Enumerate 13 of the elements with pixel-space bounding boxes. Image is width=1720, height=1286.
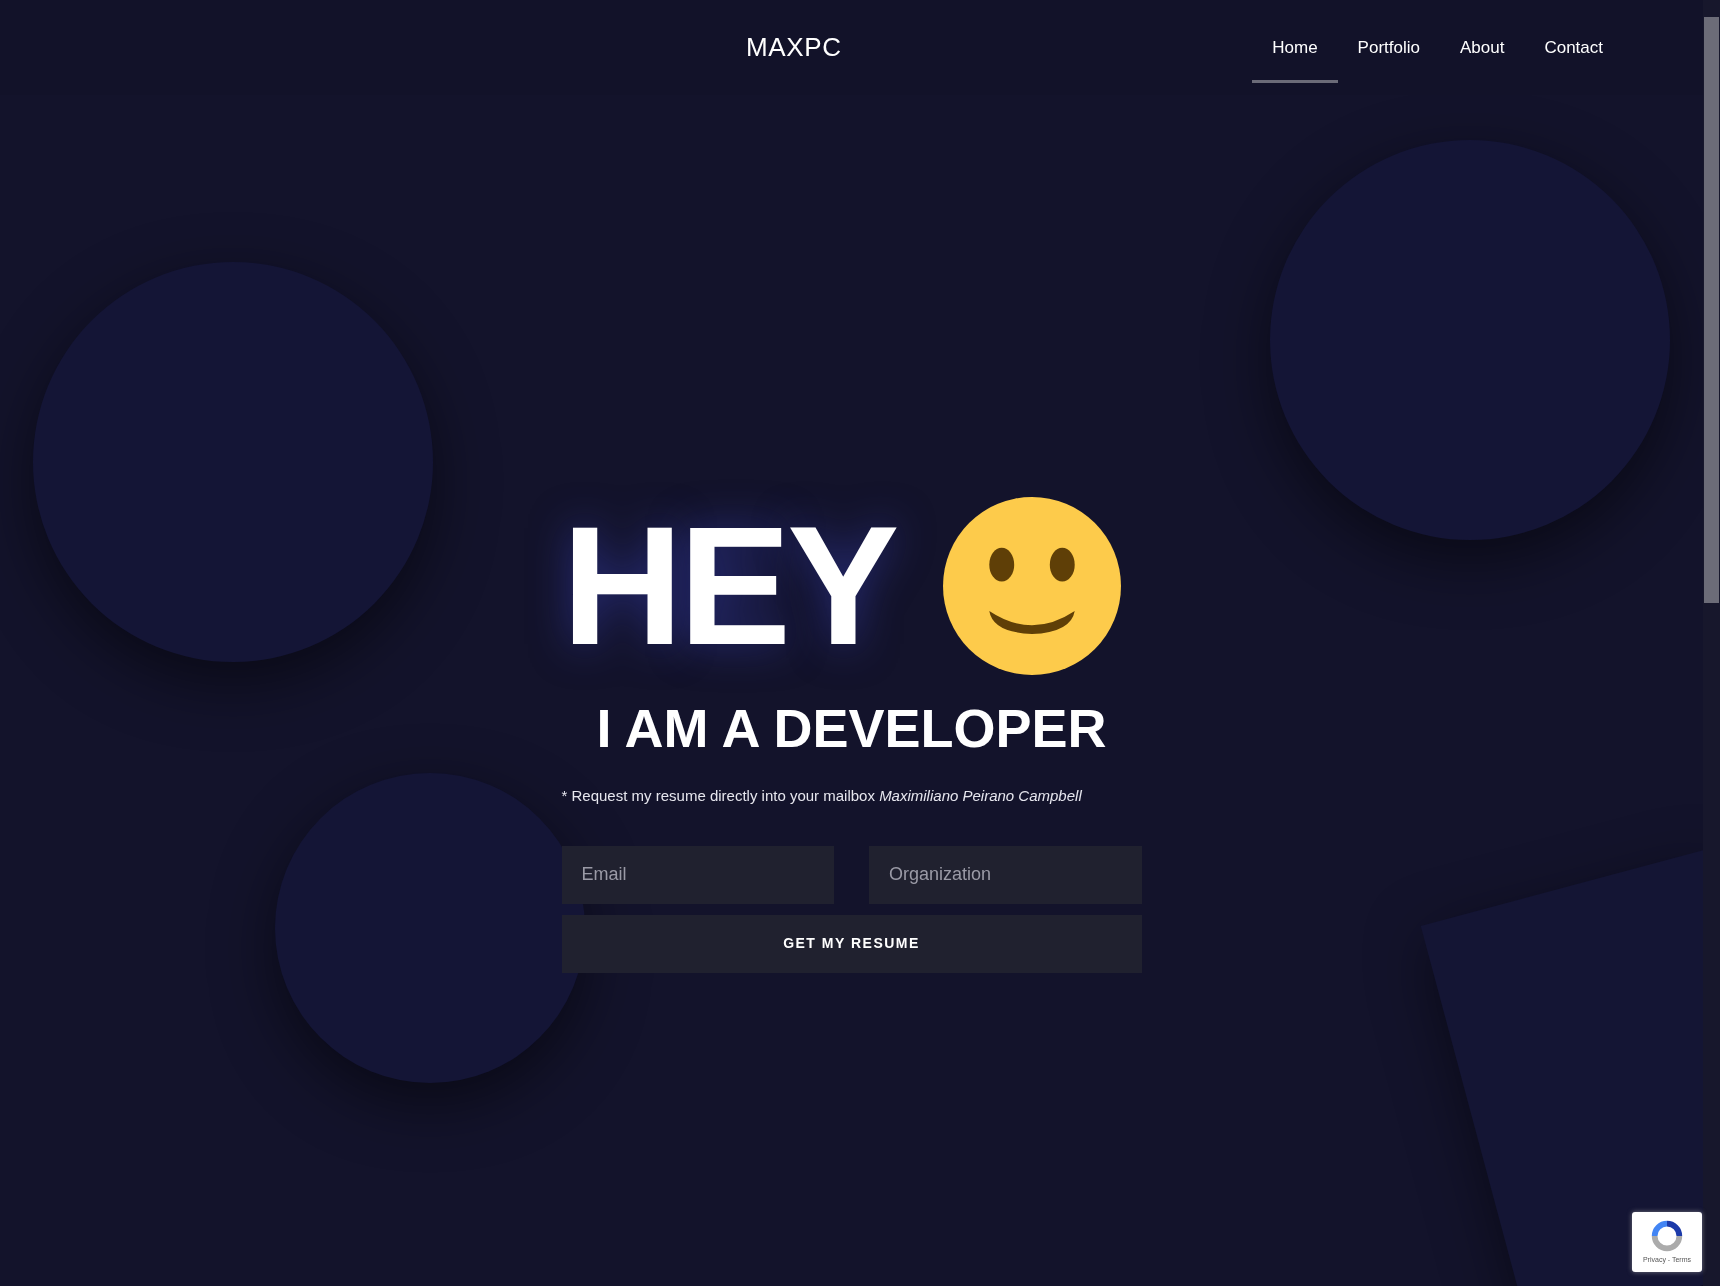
nav-link[interactable]: About — [1439, 12, 1525, 83]
hero-subtitle: I AM A DEVELOPER — [596, 701, 1107, 755]
hero-title: HEY — [561, 502, 896, 670]
nav-link[interactable]: Contact — [1524, 12, 1623, 83]
brand-logo[interactable]: MAXPC — [746, 28, 842, 67]
resume-note: * Request my resume directly into your mailbox Maximiliano Peirano Campbell — [561, 786, 1083, 806]
smiley-face-icon — [943, 497, 1122, 675]
nav-link[interactable]: Portfolio — [1337, 12, 1440, 83]
text-field[interactable]: Organization — [869, 845, 1142, 904]
get-resume-button[interactable]: GET MY RESUME — [561, 914, 1142, 973]
scrollbar-thumb[interactable] — [1704, 17, 1719, 603]
nav-link[interactable]: Home — [1252, 12, 1338, 83]
text-field[interactable]: Email — [561, 845, 834, 904]
